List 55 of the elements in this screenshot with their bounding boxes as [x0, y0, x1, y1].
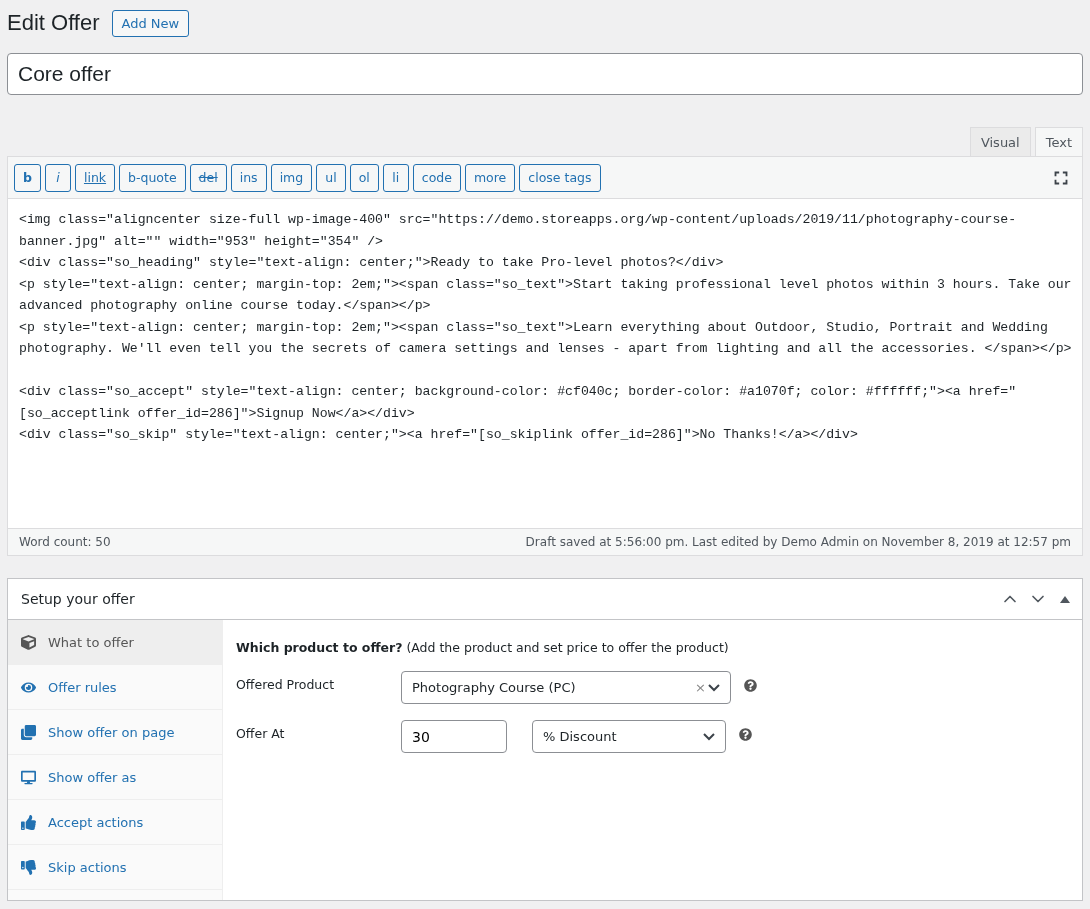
editor-tab[interactable]: Text: [1034, 127, 1083, 157]
discount-type-select[interactable]: % Discount: [532, 720, 726, 753]
sidebar-tab[interactable]: Offer rules: [8, 665, 222, 710]
code-line: <img class="aligncenter size-full wp-image-400" src="https://demo.storeapps.org/wp-content/uploads/2019/11/photography-course-: [19, 211, 1018, 229]
help-icon[interactable]: [744, 679, 757, 692]
format-button[interactable]: li: [382, 163, 409, 192]
help-icon[interactable]: [739, 728, 752, 741]
format-button[interactable]: ol: [349, 163, 379, 192]
format-button[interactable]: i: [44, 163, 71, 192]
sidebar-tab[interactable]: What to offer: [8, 620, 222, 665]
code-line: [so_acceptlink offer_id=286]">Signup Now</a></div>: [19, 404, 416, 423]
title-field[interactable]: Core offer: [7, 53, 1083, 95]
pages-icon: [20, 724, 37, 740]
draft-status: Draft saved at 5:56:00 pm. Last edited by Demo Admin on November 8, 2019 at 12:57 pm: [525, 535, 1071, 549]
code-line: <p style="text-align: center; margin-top: 2em;"><span class="so_text">Start taking professional level photos within 3 hours. Take our: [19, 275, 1071, 294]
monitor-icon: [20, 769, 37, 785]
page-title: Edit Offer: [7, 10, 100, 36]
thumbs-up-icon: [20, 814, 37, 830]
code-line: banner.jpg" alt="" width="953" height="354" />: [19, 232, 385, 251]
format-button[interactable]: link: [74, 163, 116, 192]
word-count: Word count: 50: [19, 535, 111, 549]
code-line: <div class="so_accept" style="text-align: center; background-color: #cf040c; border-color: #a1070f; color: #ffffff;"><a href=": [19, 383, 1018, 401]
text-editor[interactable]: [7, 156, 1083, 556]
code-line: photography. We'll even tell you the secrets of camera settings and lenses - apart from lighting and all the accessories. </span></p>: [19, 340, 1071, 358]
product-select[interactable]: Photography Course (PC) ×: [401, 671, 731, 704]
format-button[interactable]: ins: [230, 163, 267, 192]
sidebar-tab[interactable]: Show offer on page: [8, 710, 222, 755]
format-button[interactable]: img: [270, 163, 313, 192]
chevron-down-icon: [708, 683, 720, 692]
format-button[interactable]: b-quote: [119, 163, 186, 192]
sidebar-tab[interactable]: Show offer as: [8, 755, 222, 800]
chevron-down-icon: [703, 732, 715, 741]
code-line: <p style="text-align: center; margin-top: 2em;"><span class="so_text">Learn everything about Outdoor, Studio, Portrait and Wedding: [19, 318, 1049, 337]
add-new-button[interactable]: Add New: [111, 9, 190, 37]
code-line: <div class="so_skip" style="text-align: center;"><a href="[so_skiplink offer_id=286]">No Thanks!</a></div>: [19, 426, 859, 444]
format-button[interactable]: close tags: [519, 163, 601, 192]
cube-icon: [20, 634, 37, 650]
format-button[interactable]: ul: [316, 163, 346, 192]
field-label: Offered Product: [236, 676, 336, 692]
panel-title: Setup your offer: [21, 591, 136, 607]
editor-tab[interactable]: Visual: [969, 127, 1031, 157]
format-button[interactable]: b: [14, 163, 41, 192]
field-label: Offer At: [236, 725, 286, 741]
code-line: advanced photography online course today.</span></p>: [19, 297, 432, 315]
format-button[interactable]: del: [189, 163, 227, 192]
code-line: <div class="so_heading" style="text-align: center;">Ready to take Pro-level photos?</div>: [19, 254, 725, 272]
format-button[interactable]: code: [412, 163, 461, 192]
collapse-triangle-icon[interactable]: [1060, 595, 1070, 603]
thumbs-down-icon: [20, 859, 37, 875]
sidebar-tab[interactable]: Skip actions: [8, 845, 222, 890]
question-text: Which product to offer? (Add the product and set price to offer the product): [236, 640, 730, 655]
sidebar-tab[interactable]: Accept actions: [8, 800, 222, 845]
clear-icon[interactable]: ×: [695, 680, 706, 695]
format-button[interactable]: more: [464, 163, 516, 192]
offer-amount-field[interactable]: 30: [401, 720, 507, 753]
